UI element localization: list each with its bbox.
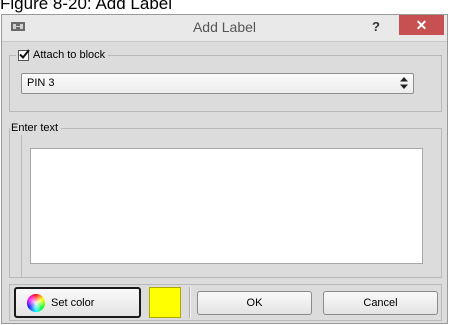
up-down-arrows-icon <box>400 77 408 89</box>
attach-to-block-label: Attach to block <box>33 49 106 61</box>
figure-caption: Figure 8-20: Add Label <box>0 0 173 13</box>
block-select-value: PIN 3 <box>27 77 55 89</box>
selected-color-swatch[interactable] <box>149 287 181 318</box>
attach-checkbox-box[interactable] <box>18 48 30 61</box>
button-separator <box>189 287 190 318</box>
cancel-button[interactable]: Cancel <box>323 291 438 315</box>
checkmark-icon <box>19 48 30 59</box>
color-wheel-icon <box>27 294 45 312</box>
set-color-button[interactable]: Set color <box>14 287 141 318</box>
ok-button[interactable]: OK <box>197 291 312 315</box>
attach-to-block-checkbox[interactable]: Attach to block <box>16 48 109 62</box>
enter-text-frame <box>9 128 442 278</box>
close-button[interactable]: ✕ <box>399 15 444 35</box>
title-bar[interactable]: Add Label ? ✕ <box>2 15 447 42</box>
button-bar: Set color OK Cancel <box>9 284 442 321</box>
block-select[interactable]: PIN 3 <box>21 73 414 94</box>
add-label-dialog: Add Label ? ✕ Attach to block PIN 3 Ente… <box>1 14 448 324</box>
set-color-label: Set color <box>51 297 95 309</box>
help-button[interactable]: ? <box>366 18 386 36</box>
label-text-input[interactable] <box>30 148 423 264</box>
attach-to-block-group: Attach to block PIN 3 <box>9 48 442 112</box>
